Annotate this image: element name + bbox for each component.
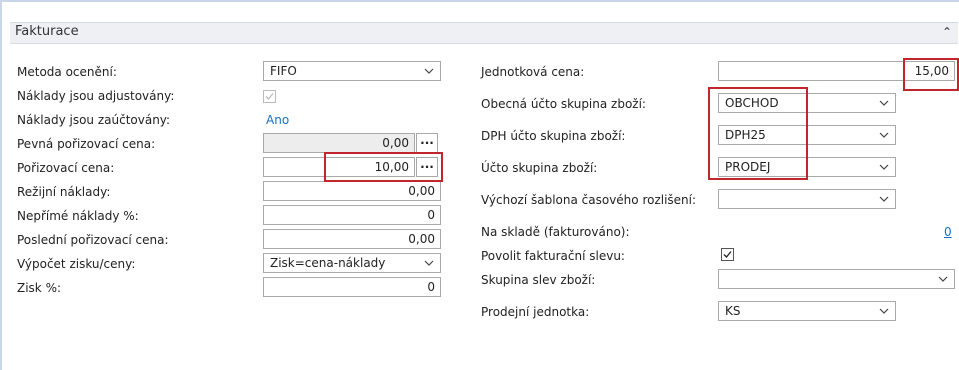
item-disc-group-select[interactable] bbox=[718, 269, 955, 289]
chevron-down-icon bbox=[424, 260, 434, 266]
price-profit-calc-value: Zisk=cena-náklady bbox=[270, 256, 386, 270]
checkmark-icon bbox=[723, 251, 732, 258]
costs-posted-link[interactable]: Ano bbox=[266, 113, 289, 127]
inventory-label: Na skladě (fakturováno): bbox=[481, 225, 630, 239]
chevron-down-icon bbox=[938, 276, 948, 282]
standard-cost-field[interactable]: 0,00 bbox=[263, 133, 415, 153]
price-profit-calc-label: Výpočet zisku/ceny: bbox=[17, 257, 136, 271]
valuation-method-label: Metoda ocenění: bbox=[17, 65, 117, 79]
overhead-rate-field[interactable]: 0,00 bbox=[263, 181, 441, 201]
costs-posted-label: Náklady jsou zaúčtovány: bbox=[17, 113, 171, 127]
chevron-down-icon bbox=[424, 68, 434, 74]
overhead-rate-label: Režijní náklady: bbox=[17, 185, 111, 199]
unit-price-highlight bbox=[903, 58, 959, 91]
unit-cost-highlight bbox=[324, 152, 443, 182]
chevron-down-icon bbox=[879, 132, 889, 138]
costs-adjusted-label: Náklady jsou adjustovány: bbox=[17, 89, 175, 103]
sales-unit-select[interactable]: KS bbox=[718, 301, 896, 321]
inventory-posting-group-label: Účto skupina zboží: bbox=[481, 161, 598, 175]
standard-cost-value: 0,00 bbox=[382, 136, 409, 150]
sales-unit-value: KS bbox=[725, 304, 741, 318]
standard-cost-lookup-button[interactable]: ... bbox=[416, 133, 438, 153]
profit-percent-field[interactable]: 0 bbox=[263, 277, 441, 297]
left-border bbox=[0, 0, 2, 370]
price-profit-calc-select[interactable]: Zisk=cena-náklady bbox=[263, 253, 441, 273]
profit-percent-value: 0 bbox=[427, 280, 435, 294]
chevron-down-icon bbox=[879, 196, 889, 202]
section-header[interactable]: Fakturace ⌃ bbox=[10, 22, 958, 44]
valuation-method-select[interactable]: FIFO bbox=[263, 61, 441, 81]
deferral-template-label: Výchozí šablona časového rozlišení: bbox=[481, 193, 697, 207]
chevron-down-icon bbox=[879, 164, 889, 170]
chevron-up-icon[interactable]: ⌃ bbox=[942, 25, 952, 39]
last-direct-cost-label: Poslední pořizovací cena: bbox=[17, 233, 169, 247]
indirect-cost-label: Nepřímé náklady %: bbox=[17, 209, 139, 223]
chevron-down-icon bbox=[879, 308, 889, 314]
checkmark-icon bbox=[265, 93, 274, 100]
section-title: Fakturace bbox=[15, 24, 79, 39]
deferral-template-select[interactable] bbox=[718, 189, 896, 209]
indirect-cost-field[interactable]: 0 bbox=[263, 205, 441, 225]
unit-cost-label: Pořizovací cena: bbox=[17, 161, 115, 175]
gen-prod-posting-group-label: Obecná účto skupina zboží: bbox=[481, 97, 646, 111]
top-border bbox=[0, 0, 959, 2]
allow-invoice-disc-label: Povolit fakturační slevu: bbox=[481, 249, 625, 263]
overhead-rate-value: 0,00 bbox=[408, 184, 435, 198]
posting-groups-highlight bbox=[708, 87, 808, 180]
indirect-cost-value: 0 bbox=[427, 208, 435, 222]
standard-cost-label: Pevná pořizovací cena: bbox=[17, 137, 156, 151]
invoicing-panel: Fakturace ⌃ Metoda ocenění: FIFO Náklady… bbox=[0, 0, 959, 370]
last-direct-cost-value: 0,00 bbox=[408, 232, 435, 246]
vat-prod-posting-group-label: DPH účto skupina zboží: bbox=[481, 129, 626, 143]
profit-percent-label: Zisk %: bbox=[17, 281, 62, 295]
item-disc-group-label: Skupina slev zboží: bbox=[481, 273, 596, 287]
chevron-down-icon bbox=[879, 100, 889, 106]
unit-price-label: Jednotková cena: bbox=[481, 65, 585, 79]
last-direct-cost-field[interactable]: 0,00 bbox=[263, 229, 441, 249]
valuation-method-value: FIFO bbox=[270, 64, 297, 78]
inventory-link[interactable]: 0 bbox=[944, 225, 952, 239]
allow-invoice-disc-checkbox[interactable] bbox=[721, 248, 734, 261]
sales-unit-label: Prodejní jednotka: bbox=[481, 305, 590, 319]
costs-adjusted-checkbox[interactable] bbox=[263, 90, 276, 103]
